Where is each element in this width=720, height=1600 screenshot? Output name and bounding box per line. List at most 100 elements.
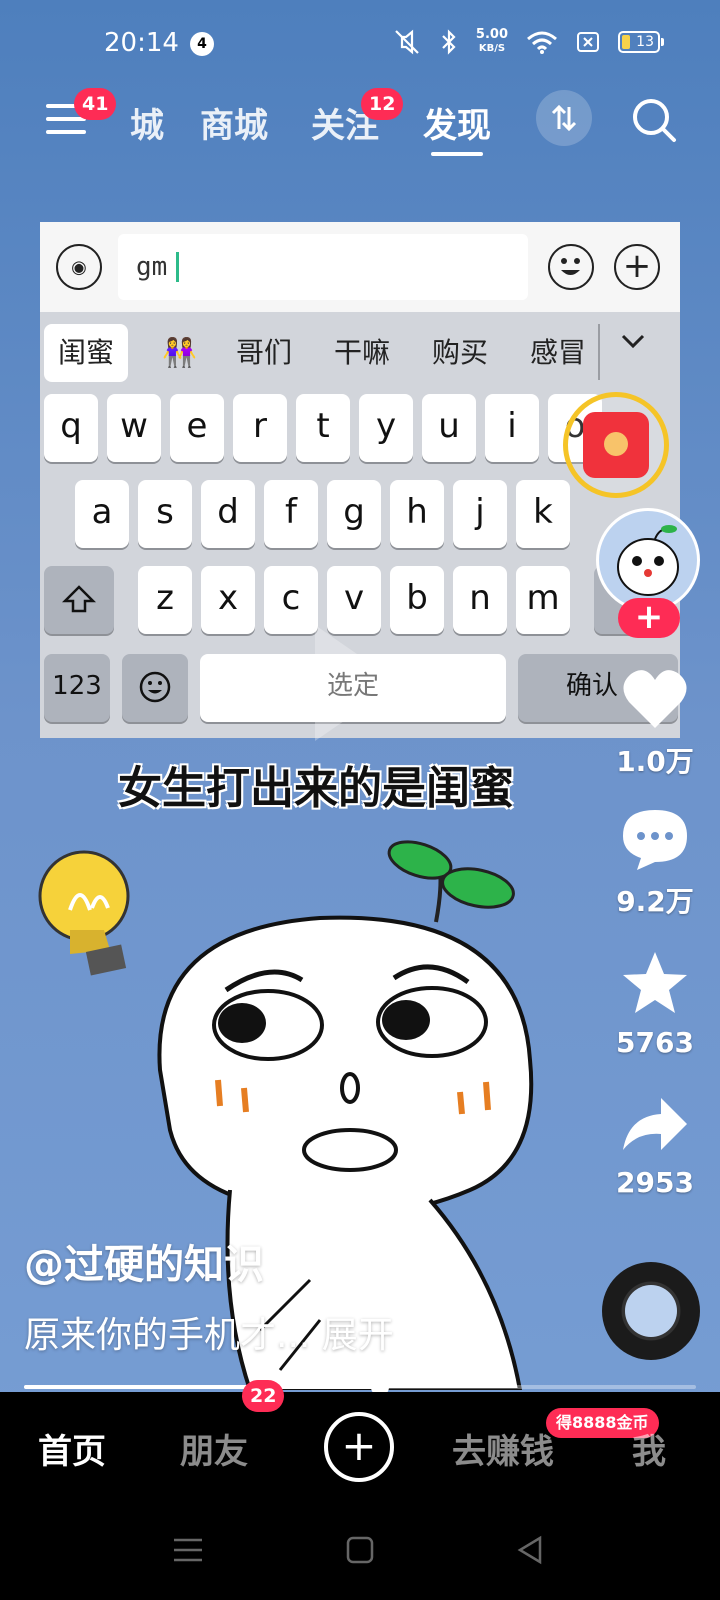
key: y: [359, 394, 413, 462]
comment-count: 9.2万: [616, 885, 694, 918]
network-speed: 5.00 KB/S: [476, 28, 508, 56]
key: c: [264, 566, 318, 634]
key: n: [453, 566, 507, 634]
following-badge: 12: [361, 88, 404, 120]
tab-mall[interactable]: 商城: [200, 98, 268, 147]
create-button[interactable]: +: [324, 1412, 394, 1482]
key: m: [516, 566, 570, 634]
key: g: [327, 480, 381, 548]
key: u: [422, 394, 476, 462]
mute-icon: [395, 29, 419, 55]
shift-icon: [61, 585, 97, 613]
key: t: [296, 394, 350, 462]
red-envelope-icon: [583, 412, 649, 478]
text-caret: [176, 252, 179, 282]
keyboard-input-row: ◉ gm +: [40, 222, 680, 312]
emoji-icon: [548, 244, 594, 290]
key: r: [233, 394, 287, 462]
key: w: [107, 394, 161, 462]
share-button[interactable]: 2953: [600, 1094, 710, 1199]
author-name[interactable]: @过硬的知识: [24, 1232, 264, 1290]
candidate-item: 购买: [432, 336, 489, 369]
candidate-divider: [598, 324, 600, 380]
key: k: [516, 480, 570, 548]
bottom-tab-bar: 首页 朋友 22 + 去赚钱 得8888金币 我: [0, 1380, 720, 1504]
shift-key: [44, 566, 114, 634]
home-icon[interactable]: [344, 1534, 376, 1566]
key: d: [201, 480, 255, 548]
key: e: [170, 394, 224, 462]
key: j: [453, 480, 507, 548]
share-count: 2953: [616, 1166, 694, 1199]
lightbulb-icon: [38, 850, 130, 976]
friends-badge: 22: [242, 1380, 285, 1412]
music-cover-icon: [625, 1285, 677, 1337]
star-icon: [623, 952, 687, 1013]
num-key: 123: [44, 654, 110, 722]
key: x: [201, 566, 255, 634]
back-icon[interactable]: [514, 1534, 546, 1566]
like-count: 1.0万: [616, 745, 694, 778]
status-time: 20:14: [104, 28, 179, 58]
net-speed-unit: KB/S: [478, 43, 506, 54]
bluetooth-icon: [442, 29, 456, 55]
favorite-count: 5763: [616, 1026, 694, 1059]
plus-icon: +: [614, 244, 660, 290]
comment-button[interactable]: 9.2万: [600, 808, 710, 920]
candidate-item: 干嘛: [334, 336, 391, 369]
switch-button[interactable]: [536, 90, 592, 146]
candidate-item: 哥们: [236, 336, 293, 369]
candidate-item: 闺蜜: [44, 324, 129, 382]
heart-icon: [623, 670, 687, 728]
smile-icon: [139, 671, 171, 703]
sim-off-icon: [577, 32, 599, 52]
key: i: [485, 394, 539, 462]
tab-discover[interactable]: 发现: [423, 98, 491, 147]
expand-link[interactable]: 展开: [322, 1315, 394, 1356]
video-screen[interactable]: 20:14 4 5.00 KB/S 13 41 城 商城 关注 12 发现 ◉ …: [0, 0, 720, 1600]
description-text: 原来你的手机才...: [24, 1315, 311, 1356]
key: b: [390, 566, 444, 634]
music-disc-button[interactable]: [602, 1262, 700, 1360]
wifi-icon: [527, 31, 557, 54]
notification-count: 4: [190, 32, 214, 56]
system-navigation-bar: [0, 1504, 720, 1600]
search-icon[interactable]: [630, 96, 678, 144]
key: z: [138, 566, 192, 634]
video-progress-bar[interactable]: [24, 1378, 696, 1396]
like-button[interactable]: 1.0万: [600, 668, 710, 780]
tab-city[interactable]: 城: [130, 98, 164, 147]
play-icon: [315, 625, 399, 741]
voice-icon: ◉: [56, 244, 102, 290]
tab-earn[interactable]: 去赚钱: [452, 1424, 554, 1473]
progress-fill: [24, 1385, 381, 1389]
swap-icon: [551, 104, 577, 132]
red-packet-button[interactable]: [563, 392, 669, 498]
candidate-row: 闺蜜 👭 哥们 干嘛 购买 感冒: [40, 312, 680, 388]
menu-icon[interactable]: [172, 1534, 204, 1566]
key: h: [390, 480, 444, 548]
active-tab-indicator: [431, 152, 483, 156]
share-icon: [623, 1098, 687, 1150]
follow-button[interactable]: +: [618, 598, 680, 638]
comment-icon: [623, 810, 687, 870]
top-nav: 41 城 商城 关注 12 发现: [0, 88, 720, 170]
status-bar: 20:14 4 5.00 KB/S 13: [0, 0, 720, 90]
battery-icon: 13: [618, 31, 664, 53]
video-description: 原来你的手机才... 展开: [24, 1306, 394, 1358]
key: a: [75, 480, 129, 548]
emoji-key: [122, 654, 188, 722]
chevron-down-icon: [621, 334, 645, 349]
key: f: [264, 480, 318, 548]
keyboard-text-field: gm: [118, 234, 528, 300]
tab-home[interactable]: 首页: [38, 1424, 106, 1473]
avatar-character-icon: [617, 525, 679, 596]
tab-friends[interactable]: 朋友: [180, 1424, 248, 1473]
key: v: [327, 566, 381, 634]
keyboard-input-text: gm: [136, 252, 168, 282]
favorite-button[interactable]: 5763: [600, 950, 710, 1059]
net-speed-value: 5.00: [475, 27, 508, 42]
status-icons: 5.00 KB/S 13: [392, 28, 664, 56]
tab-me[interactable]: 我: [632, 1424, 666, 1473]
candidate-item: 感冒: [530, 336, 587, 369]
